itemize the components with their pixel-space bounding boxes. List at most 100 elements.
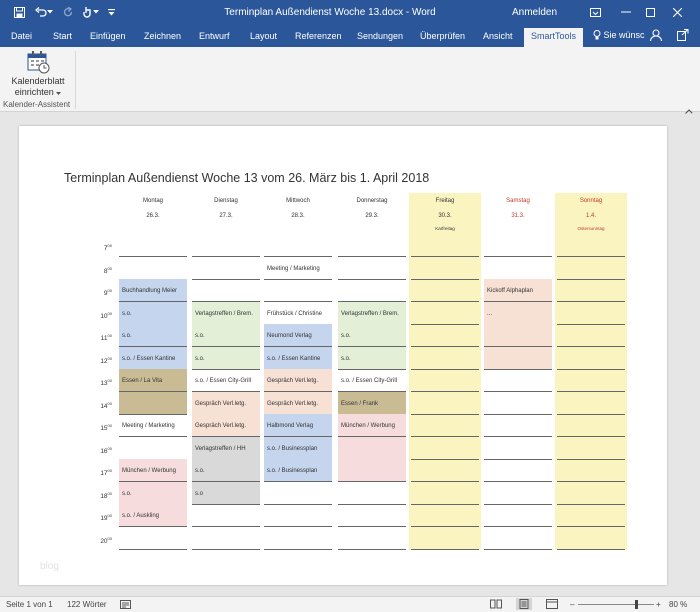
- schedule-cell[interactable]: Gespräch Verl.letg.: [264, 391, 332, 415]
- schedule-cell[interactable]: [557, 324, 625, 347]
- tab-datei[interactable]: Datei: [11, 31, 32, 41]
- schedule-cell[interactable]: [484, 504, 552, 527]
- schedule-cell[interactable]: s.o.: [338, 346, 406, 370]
- schedule-cell[interactable]: s.o.: [338, 324, 406, 347]
- schedule-cell[interactable]: [484, 414, 552, 437]
- tab-zeichnen[interactable]: Zeichnen: [144, 31, 181, 41]
- schedule-cell[interactable]: [338, 234, 406, 257]
- schedule-cell[interactable]: [484, 257, 552, 280]
- schedule-cell[interactable]: [557, 302, 625, 325]
- zoom-slider[interactable]: [578, 604, 654, 605]
- schedule-cell[interactable]: [338, 257, 406, 280]
- undo-dropdown-icon[interactable]: [46, 4, 54, 20]
- schedule-cell[interactable]: [411, 414, 479, 437]
- schedule-cell[interactable]: [484, 482, 552, 505]
- schedule-cell[interactable]: München / Werbung: [338, 414, 406, 437]
- tab-entwurf[interactable]: Entwurf: [199, 31, 230, 41]
- schedule-cell[interactable]: Gespräch Verl.letg.: [192, 391, 260, 415]
- schedule-cell[interactable]: [411, 527, 479, 550]
- page-count[interactable]: Seite 1 von 1: [6, 600, 53, 609]
- schedule-cell[interactable]: Essen / La Vita: [119, 369, 187, 392]
- schedule-cell[interactable]: Verlagstreffen / HH: [192, 436, 260, 460]
- schedule-cell[interactable]: [338, 504, 406, 527]
- schedule-cell[interactable]: s.o. / Essen Kantine: [264, 346, 332, 370]
- schedule-cell[interactable]: [411, 347, 479, 370]
- schedule-cell[interactable]: Essen / Frank: [338, 391, 406, 415]
- schedule-cell[interactable]: [411, 459, 479, 482]
- schedule-cell[interactable]: s.o.: [119, 324, 187, 347]
- schedule-cell[interactable]: [411, 279, 479, 302]
- web-layout-icon[interactable]: [546, 599, 558, 611]
- zoom-level[interactable]: 80 %: [669, 600, 687, 609]
- schedule-cell[interactable]: s.o.: [119, 301, 187, 325]
- schedule-cell[interactable]: [411, 302, 479, 325]
- schedule-cell[interactable]: [484, 459, 552, 482]
- schedule-cell[interactable]: [119, 437, 187, 460]
- schedule-cell[interactable]: [557, 257, 625, 280]
- tab-layout[interactable]: Layout: [250, 31, 277, 41]
- schedule-cell[interactable]: s.o. / Auskling: [119, 504, 187, 527]
- print-layout-icon[interactable]: [516, 598, 532, 610]
- tab-start[interactable]: Start: [53, 31, 72, 41]
- schedule-cell[interactable]: [338, 459, 406, 482]
- schedule-cell[interactable]: [338, 482, 406, 505]
- schedule-cell[interactable]: Gespräch Verl.letg.: [192, 414, 260, 437]
- schedule-cell[interactable]: [557, 347, 625, 370]
- zoom-slider-thumb[interactable]: [635, 600, 639, 609]
- tell-me-box[interactable]: Sie wünsc: [593, 30, 645, 40]
- schedule-cell[interactable]: [264, 504, 332, 527]
- tab-smarttools[interactable]: SmartTools: [524, 28, 584, 47]
- schedule-cell[interactable]: [338, 279, 406, 302]
- schedule-cell[interactable]: [411, 369, 479, 392]
- schedule-cell[interactable]: [192, 527, 260, 550]
- schedule-cell[interactable]: [557, 234, 625, 257]
- schedule-cell[interactable]: Meeting / Marketing: [119, 414, 187, 437]
- schedule-cell[interactable]: Halbmond Verlag: [264, 414, 332, 437]
- schedule-cell[interactable]: [484, 234, 552, 257]
- word-count[interactable]: 122 Wörter: [67, 600, 107, 609]
- schedule-cell[interactable]: Kickoff Alphaplan: [484, 279, 552, 302]
- proofing-icon[interactable]: [120, 599, 131, 611]
- schedule-cell[interactable]: [484, 369, 552, 392]
- redo-icon[interactable]: [60, 4, 76, 20]
- schedule-cell[interactable]: s.o.: [119, 481, 187, 505]
- schedule-cell[interactable]: [411, 234, 479, 257]
- schedule-cell[interactable]: [264, 482, 332, 505]
- tab-sendungen[interactable]: Sendungen: [357, 31, 403, 41]
- schedule-cell[interactable]: [264, 234, 332, 257]
- schedule-cell[interactable]: [192, 504, 260, 527]
- schedule-cell[interactable]: [119, 527, 187, 550]
- read-mode-icon[interactable]: [490, 599, 502, 611]
- vertical-scrollbar[interactable]: [692, 113, 700, 596]
- zoom-in-icon[interactable]: +: [656, 600, 661, 609]
- schedule-cell[interactable]: [484, 324, 552, 347]
- schedule-cell[interactable]: s.o. / Essen Kantine: [119, 346, 187, 370]
- schedule-cell[interactable]: [484, 346, 552, 370]
- kalenderblatt-button[interactable]: Kalenderblatt einrichten: [8, 50, 68, 98]
- schedule-cell[interactable]: [411, 392, 479, 415]
- zoom-out-icon[interactable]: –: [570, 600, 574, 609]
- schedule-cell[interactable]: [557, 414, 625, 437]
- schedule-cell[interactable]: Frühstück / Christine: [264, 302, 332, 325]
- schedule-cell[interactable]: [119, 391, 187, 415]
- signin-link[interactable]: Anmelden: [512, 7, 557, 18]
- tab-einfuegen[interactable]: Einfügen: [90, 31, 126, 41]
- schedule-cell[interactable]: s.o.: [192, 346, 260, 370]
- schedule-cell[interactable]: Neumond Verlag: [264, 324, 332, 347]
- schedule-cell[interactable]: [557, 504, 625, 527]
- schedule-cell[interactable]: Buchhandlung Meier: [119, 279, 187, 302]
- schedule-cell[interactable]: Meeting / Marketing: [264, 257, 332, 280]
- tab-ueberpruefen[interactable]: Überprüfen: [420, 31, 465, 41]
- schedule-cell[interactable]: [411, 437, 479, 460]
- schedule-cell[interactable]: [557, 279, 625, 302]
- schedule-cell[interactable]: [411, 482, 479, 505]
- schedule-cell[interactable]: [264, 279, 332, 302]
- ribbon-display-options-icon[interactable]: [585, 3, 605, 21]
- schedule-cell[interactable]: [338, 527, 406, 550]
- schedule-cell[interactable]: [557, 369, 625, 392]
- schedule-cell[interactable]: [411, 504, 479, 527]
- schedule-cell[interactable]: s.o.: [192, 324, 260, 347]
- tab-ansicht[interactable]: Ansicht: [483, 31, 513, 41]
- schedule-cell[interactable]: Gespräch Verl.letg.: [264, 369, 332, 392]
- schedule-cell[interactable]: [192, 279, 260, 302]
